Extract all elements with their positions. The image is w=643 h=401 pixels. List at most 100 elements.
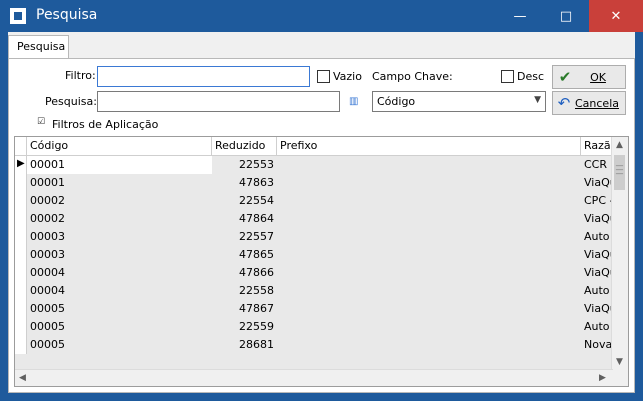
cell-prefixo[interactable] (277, 282, 581, 300)
cell-prefixo[interactable] (277, 264, 581, 282)
cell-razao[interactable]: Auto (581, 282, 613, 300)
undo-arrow-icon: ↶ (557, 94, 571, 112)
cell-codigo[interactable]: 00004 (27, 282, 212, 300)
campo-chave-value: Código (377, 95, 416, 108)
database-icon[interactable]: ▥ (349, 96, 359, 107)
cell-prefixo[interactable] (277, 210, 581, 228)
current-row-icon: ▶ (17, 158, 25, 169)
campo-chave-select[interactable]: Código ▼ (372, 91, 546, 112)
table-row[interactable]: 0000147863 ViaQu (15, 174, 613, 192)
cell-razao[interactable]: CPC - (581, 192, 613, 210)
cancel-button[interactable]: ↶ Cancela (552, 91, 626, 115)
column-header-prefixo[interactable]: Prefixo (277, 137, 581, 155)
cell-codigo[interactable]: 00003 (27, 228, 212, 246)
row-indicator[interactable] (15, 318, 27, 336)
cell-razao[interactable]: ViaQu (581, 246, 613, 264)
row-indicator[interactable] (15, 174, 27, 192)
cell-reduzido[interactable]: 22558 (212, 282, 277, 300)
tab-pesquisa[interactable]: Pesquisa (8, 35, 69, 59)
cell-razao[interactable]: Auto (581, 228, 613, 246)
cell-codigo[interactable]: 00002 (27, 192, 212, 210)
horizontal-scrollbar[interactable]: ◀ ▶ (15, 369, 613, 386)
cell-prefixo[interactable] (277, 246, 581, 264)
row-indicator[interactable]: ▶ (15, 156, 27, 174)
table-row[interactable]: ▶ 00001 22553 CCR - (15, 156, 613, 174)
maximize-button[interactable]: □ (543, 0, 589, 32)
table-row[interactable]: 00005 22559 Auto (15, 318, 613, 336)
table-row[interactable]: 0000547867 ViaQu (15, 300, 613, 318)
cell-prefixo[interactable] (277, 174, 581, 192)
cell-prefixo[interactable] (277, 156, 581, 174)
minimize-button[interactable]: — (497, 0, 543, 32)
table-row[interactable]: 00005 28681 Nova (15, 336, 613, 354)
scroll-right-icon[interactable]: ▶ (599, 373, 606, 383)
scroll-down-icon[interactable]: ▼ (616, 357, 623, 367)
table-row[interactable]: 0000447866 ViaQu (15, 264, 613, 282)
cell-razao[interactable]: ViaQu (581, 210, 613, 228)
cell-reduzido[interactable]: 47865 (212, 246, 277, 264)
cell-prefixo[interactable] (277, 336, 581, 354)
vertical-scrollbar[interactable]: ▲ — — — ▼ (611, 137, 628, 370)
row-indicator[interactable] (15, 228, 27, 246)
cell-reduzido[interactable]: 22557 (212, 228, 277, 246)
cell-reduzido[interactable]: 22553 (212, 156, 277, 174)
table-row[interactable]: 0000347865 ViaQu (15, 246, 613, 264)
cell-reduzido[interactable]: 47864 (212, 210, 277, 228)
column-header-codigo[interactable]: Código (27, 137, 212, 155)
cell-reduzido[interactable]: 22554 (212, 192, 277, 210)
cell-reduzido[interactable]: 28681 (212, 336, 277, 354)
grid-corner-header (15, 137, 27, 155)
cell-reduzido[interactable]: 47866 (212, 264, 277, 282)
row-indicator[interactable] (15, 282, 27, 300)
scroll-left-icon[interactable]: ◀ (19, 373, 26, 383)
results-grid[interactable]: Código Reduzido Prefixo Razão ▶000012255… (14, 136, 629, 387)
cell-codigo[interactable]: 00004 (27, 264, 212, 282)
cell-razao[interactable]: Auto (581, 318, 613, 336)
app-icon[interactable] (10, 8, 26, 24)
cell-codigo[interactable]: 00001 (27, 174, 212, 192)
cell-razao[interactable]: Nova (581, 336, 613, 354)
filter-check-icon[interactable]: ☑ (37, 117, 45, 127)
row-indicator[interactable] (15, 264, 27, 282)
cell-prefixo[interactable] (277, 300, 581, 318)
cell-prefixo[interactable] (277, 318, 581, 336)
search-window: Pesquisa — □ ✕ Pesquisa Filtro: Vazio Ca… (0, 0, 643, 401)
cell-reduzido[interactable]: 22559 (212, 318, 277, 336)
cell-codigo[interactable]: 00005 (27, 318, 212, 336)
row-indicator[interactable] (15, 336, 27, 354)
table-row[interactable]: 00004 22558 Auto (15, 282, 613, 300)
cell-razao[interactable]: ViaQu (581, 174, 613, 192)
ok-button[interactable]: ✔ OK (552, 65, 626, 89)
close-button[interactable]: ✕ (589, 0, 643, 32)
cell-codigo[interactable]: 00005 (27, 336, 212, 354)
cell-reduzido[interactable]: 47867 (212, 300, 277, 318)
cell-razao[interactable]: ViaQu (581, 264, 613, 282)
row-indicator[interactable] (15, 246, 27, 264)
column-header-razao[interactable]: Razão (581, 137, 613, 155)
cell-codigo[interactable]: 00003 (27, 246, 212, 264)
cell-codigo[interactable]: 00001 (27, 156, 212, 174)
table-row[interactable]: 00003 22557 Auto (15, 228, 613, 246)
vazio-checkbox[interactable] (317, 70, 330, 83)
filtro-input[interactable] (97, 66, 310, 87)
cell-codigo[interactable]: 00002 (27, 210, 212, 228)
cell-prefixo[interactable] (277, 192, 581, 210)
cell-reduzido[interactable]: 47863 (212, 174, 277, 192)
row-indicator[interactable] (15, 210, 27, 228)
cell-razao[interactable]: CCR - (581, 156, 613, 174)
filtros-aplicacao-label[interactable]: Filtros de Aplicação (52, 118, 158, 131)
vertical-scroll-thumb[interactable]: — — — (614, 155, 625, 190)
row-indicator[interactable] (15, 300, 27, 318)
table-row[interactable]: 00002 22554 CPC - (15, 192, 613, 210)
pesquisa-label: Pesquisa: (45, 95, 97, 108)
scroll-up-icon[interactable]: ▲ (616, 140, 623, 150)
pesquisa-input[interactable] (97, 91, 340, 112)
cell-codigo[interactable]: 00005 (27, 300, 212, 318)
table-row[interactable]: 0000247864 ViaQu (15, 210, 613, 228)
column-header-reduzido[interactable]: Reduzido (212, 137, 277, 155)
cell-razao[interactable]: ViaQu (581, 300, 613, 318)
window-client: Pesquisa Filtro: Vazio Campo Chave: Desc… (8, 32, 635, 393)
cell-prefixo[interactable] (277, 228, 581, 246)
row-indicator[interactable] (15, 192, 27, 210)
desc-checkbox[interactable] (501, 70, 514, 83)
